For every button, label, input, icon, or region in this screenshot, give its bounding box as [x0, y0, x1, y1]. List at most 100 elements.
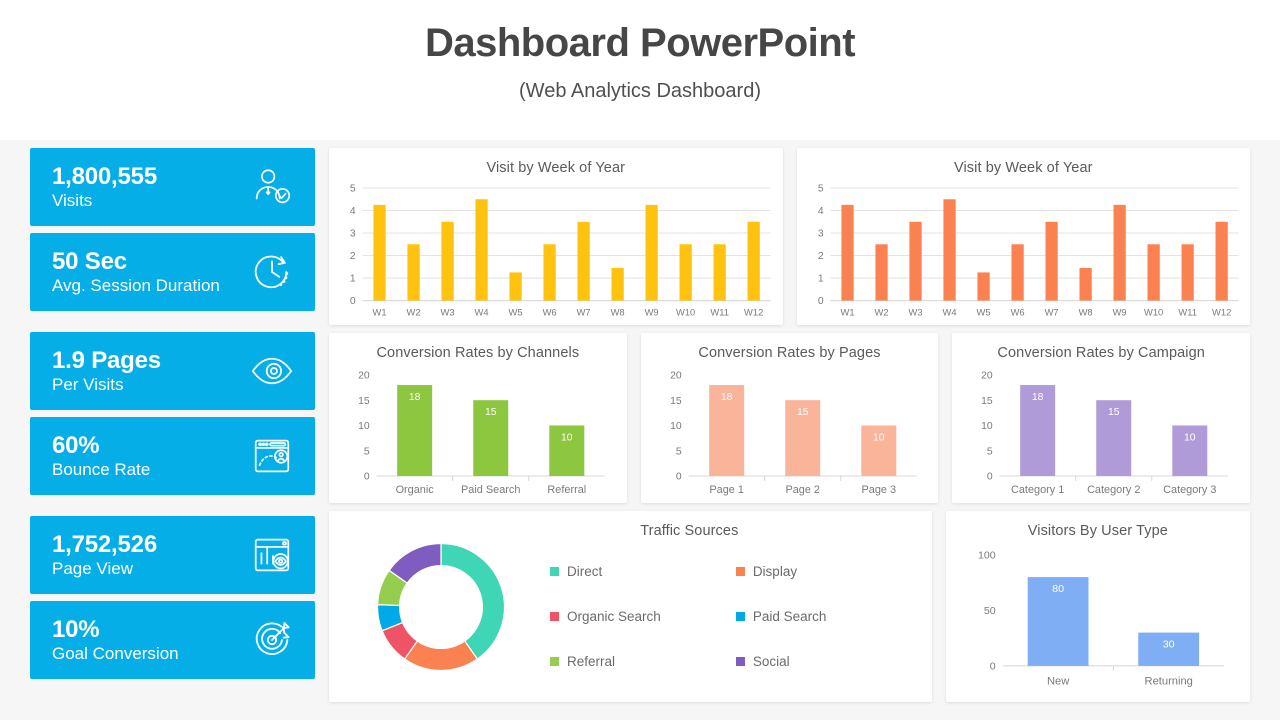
browser-bounce-icon	[249, 433, 295, 479]
chart-conv-channels: 0 5 10 15 20 18 Organic 15 Paid Search 10 Referral	[329, 367, 627, 504]
bar-value-label: 10	[873, 432, 885, 443]
kpi-value: 50 Sec	[52, 247, 127, 275]
page-header: Dashboard PowerPoint (Web Analytics Dash…	[0, 0, 1280, 103]
bar	[1147, 244, 1160, 301]
legend-item[interactable]: Referral	[550, 654, 736, 669]
legend-label: Organic Search	[567, 609, 661, 625]
x-axis-tick: Page 3	[861, 484, 896, 496]
kpi-card-goal-conversion[interactable]: 10% Goal Conversion	[30, 601, 315, 679]
dashboard-page: Dashboard PowerPoint (Web Analytics Dash…	[0, 0, 1280, 720]
chart-title: Visit by Week of Year	[486, 160, 626, 176]
bar	[908, 221, 922, 301]
chart-eye-icon	[249, 532, 295, 578]
target-arrow-icon	[249, 617, 295, 663]
x-axis-tick: W10	[676, 308, 695, 319]
legend-swatch-icon	[735, 567, 745, 577]
bar	[645, 204, 658, 301]
bar	[713, 244, 726, 301]
y-axis-tick: 0	[676, 471, 682, 482]
user-check-icon	[249, 164, 295, 210]
legend-item[interactable]: Paid Search	[735, 609, 922, 625]
x-axis-tick: W2	[407, 308, 421, 319]
bar	[1078, 267, 1092, 301]
y-axis-tick: 2	[350, 251, 356, 262]
bar	[441, 221, 454, 301]
legend-swatch-icon	[550, 612, 559, 622]
bar-value-label: 80	[1052, 584, 1064, 596]
legend-label: Paid Search	[752, 609, 827, 625]
bar	[509, 272, 522, 301]
kpi-label: Per Visits	[52, 375, 124, 395]
traffic-sources-body: Direct Display Organic Search Paid Search Re…	[329, 511, 932, 702]
eye-icon	[249, 348, 295, 394]
donut-segment	[439, 542, 505, 660]
x-axis-tick: W10	[1144, 308, 1163, 319]
chart-title: Conversion Rates by Channels	[376, 344, 580, 361]
bar	[543, 244, 556, 301]
bar	[840, 204, 854, 301]
kpi-card-bounce-rate[interactable]: 60% Bounce Rate	[30, 417, 315, 495]
y-axis-tick: 15	[670, 395, 682, 406]
bar-value-label: 18	[721, 392, 733, 403]
chart-title: Conversion Rates by Campaign	[997, 344, 1205, 361]
bar-value-label: 18	[409, 392, 421, 403]
x-axis-tick: W4	[475, 308, 489, 319]
kpi-column: 1,800,555 Visits 50 Sec Avg. Session Dur…	[30, 148, 315, 702]
panel-conv-campaign: Conversion Rates by Campaign 0 5 10 15 20 18 C…	[952, 332, 1251, 504]
bar	[407, 244, 420, 301]
x-axis-tick: W11	[710, 308, 729, 319]
x-axis-tick: W9	[1112, 308, 1126, 319]
x-axis-tick: W6	[1010, 308, 1024, 319]
kpi-value: 1.9 Pages	[52, 346, 161, 374]
y-axis-tick: 0	[350, 296, 356, 307]
panel-traffic-sources: Traffic Sources Direct Display Organic Sea…	[329, 511, 932, 702]
y-axis-tick: 10	[981, 421, 993, 432]
kpi-card-page-view[interactable]: 1,752,526 Page View	[30, 516, 315, 594]
kpi-label: Visits	[52, 191, 93, 211]
x-axis-tick: W1	[840, 308, 854, 319]
legend-label: Social	[752, 654, 790, 670]
x-axis-tick: Category 1	[1011, 484, 1064, 496]
y-axis-tick: 3	[350, 229, 356, 240]
legend-item[interactable]: Display	[735, 564, 922, 580]
bar	[1215, 221, 1228, 301]
legend-item[interactable]: Social	[735, 654, 922, 670]
bar-value-label: 10	[1184, 432, 1196, 443]
legend-item[interactable]: Organic Search	[550, 609, 736, 624]
bar-value-label: 30	[1162, 639, 1174, 651]
legend-label: Display	[752, 564, 798, 580]
y-axis-tick: 5	[987, 446, 993, 457]
kpi-text: 1.9 Pages Per Visits	[52, 347, 161, 396]
y-axis-tick: 1	[817, 274, 823, 285]
y-axis-tick: 2	[817, 251, 823, 262]
donut-chart-traffic-sources	[329, 511, 544, 702]
bar	[1044, 221, 1058, 301]
x-axis-tick: W4	[942, 308, 956, 319]
chart-visitors-user-type: 0 50 100 80 New 30 Returning	[946, 545, 1250, 702]
kpi-group-divider	[30, 502, 315, 509]
charts-row-1: Visit by Week of Year 0 1 2 3 4 5 W1 W2 W3 W4 W5 W6…	[329, 148, 1250, 325]
kpi-card-per-visits[interactable]: 1.9 Pages Per Visits	[30, 332, 315, 410]
bar-value-label: 15	[1108, 407, 1120, 418]
bar	[611, 267, 624, 301]
y-axis-tick: 4	[350, 206, 356, 217]
legend-item[interactable]: Direct	[550, 564, 736, 579]
bar	[942, 199, 956, 301]
chart-visit-week-yellow: 0 1 2 3 4 5 W1 W2 W3 W4 W5 W6 W7 W8 W9 W10 W11 W12	[329, 182, 783, 325]
x-axis-tick: Paid Search	[461, 484, 520, 496]
chart-visit-week-orange: 0 1 2 3 4 5 W1 W2 W3 W4 W5 W6 W7 W8 W9 W10 W11 W12	[797, 182, 1251, 325]
bar	[475, 199, 488, 301]
kpi-card-avg-session-duration[interactable]: 50 Sec Avg. Session Duration	[30, 233, 315, 311]
x-axis-tick: Returning	[1144, 676, 1192, 688]
chart-conv-pages: 0 5 10 15 20 18 Page 1 15 Page 2 10 Page 3	[641, 367, 939, 504]
kpi-card-visits[interactable]: 1,800,555 Visits	[30, 148, 315, 226]
x-axis-tick: W2	[874, 308, 888, 319]
x-axis-tick: W6	[543, 308, 557, 319]
chart-title: Visitors By User Type	[1027, 523, 1168, 540]
y-axis-tick: 0	[989, 661, 995, 673]
kpi-value: 1,800,555	[52, 162, 157, 190]
legend-swatch-icon	[735, 612, 745, 622]
x-axis-tick: W1	[373, 308, 387, 319]
chart-title: Conversion Rates by Pages	[698, 344, 881, 361]
bar	[373, 204, 386, 301]
